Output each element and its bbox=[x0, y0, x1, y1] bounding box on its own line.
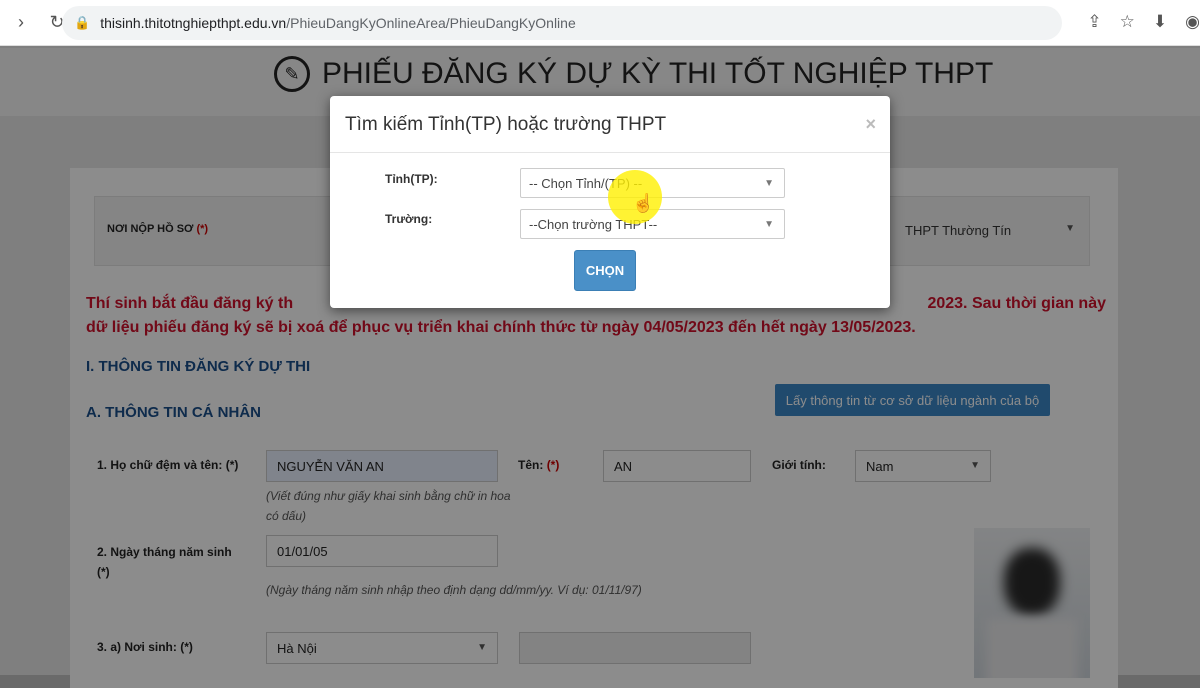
fetch-data-button[interactable]: Lấy thông tin từ cơ sở dữ liệu ngành của… bbox=[775, 384, 1050, 416]
pob-label: 3. a) Nơi sinh: (*) bbox=[97, 640, 193, 654]
noi-nop-select[interactable]: THPT Thường Tín ▼ bbox=[895, 215, 1085, 247]
profile-icon[interactable]: ◉ bbox=[1185, 12, 1200, 32]
edit-icon: ✎ bbox=[274, 56, 310, 92]
pob-detail-input[interactable] bbox=[519, 632, 751, 664]
search-modal: Tìm kiếm Tỉnh(TP) hoặc trường THPT × Tỉn… bbox=[330, 96, 890, 308]
share-icon[interactable]: ⇪ bbox=[1087, 12, 1101, 32]
chevron-down-icon: ▼ bbox=[764, 219, 774, 230]
gender-label: Giới tính: bbox=[772, 458, 826, 472]
star-icon[interactable]: ☆ bbox=[1120, 12, 1135, 32]
browser-toolbar: › ↻ 🔒 thisinh.thitotnghiepthpt.edu.vn/Ph… bbox=[0, 0, 1200, 46]
section-subtitle: A. THÔNG TIN CÁ NHÂN bbox=[86, 404, 261, 421]
modal-title: Tìm kiếm Tỉnh(TP) hoặc trường THPT bbox=[345, 114, 667, 135]
chevron-down-icon: ▼ bbox=[764, 178, 774, 189]
url-path: /PhieuDangKyOnlineArea/PhieuDangKyOnline bbox=[286, 15, 576, 31]
dob-input[interactable]: 01/01/05 bbox=[266, 535, 498, 567]
close-icon[interactable]: × bbox=[865, 114, 876, 135]
dob-hint: (Ngày tháng năm sinh nhập theo định dạng… bbox=[266, 583, 642, 597]
fullname-label: 1. Họ chữ đệm và tên: (*) bbox=[97, 458, 239, 472]
dob-label: 2. Ngày tháng năm sinh (*) bbox=[97, 545, 232, 579]
province-label: Tỉnh(TP): bbox=[385, 172, 438, 186]
chevron-down-icon: ▼ bbox=[970, 460, 980, 471]
ten-label: Tên: bbox=[518, 458, 544, 472]
noi-nop-label: NƠI NỘP HỒ SƠ bbox=[107, 223, 194, 235]
school-label: Trường: bbox=[385, 212, 433, 226]
url-host: thisinh.thitotnghiepthpt.edu.vn bbox=[100, 15, 287, 31]
fullname-hint: (Viết đúng như giấy khai sinh bằng chữ i… bbox=[266, 489, 511, 523]
page-title: PHIẾU ĐĂNG KÝ DỰ KỲ THI TỐT NGHIỆP THPT bbox=[322, 57, 994, 90]
fullname-input[interactable]: NGUYỄN VĂN AN bbox=[266, 450, 498, 482]
chevron-down-icon: ▼ bbox=[477, 642, 487, 653]
avatar bbox=[974, 528, 1090, 678]
lock-icon: 🔒 bbox=[74, 15, 91, 30]
choose-button[interactable]: CHỌN bbox=[574, 250, 636, 291]
gender-select[interactable]: Nam ▼ bbox=[855, 450, 991, 482]
forward-icon[interactable]: › bbox=[6, 12, 36, 33]
download-icon[interactable]: ⬇ bbox=[1153, 12, 1167, 32]
pob-select[interactable]: Hà Nội ▼ bbox=[266, 632, 498, 664]
ten-input[interactable]: AN bbox=[603, 450, 751, 482]
chevron-down-icon: ▼ bbox=[1065, 223, 1075, 234]
section-title: I. THÔNG TIN ĐĂNG KÝ DỰ THI bbox=[86, 358, 311, 375]
address-bar[interactable]: 🔒 thisinh.thitotnghiepthpt.edu.vn/PhieuD… bbox=[62, 6, 1062, 40]
hand-cursor-icon: ☝ bbox=[632, 193, 655, 213]
